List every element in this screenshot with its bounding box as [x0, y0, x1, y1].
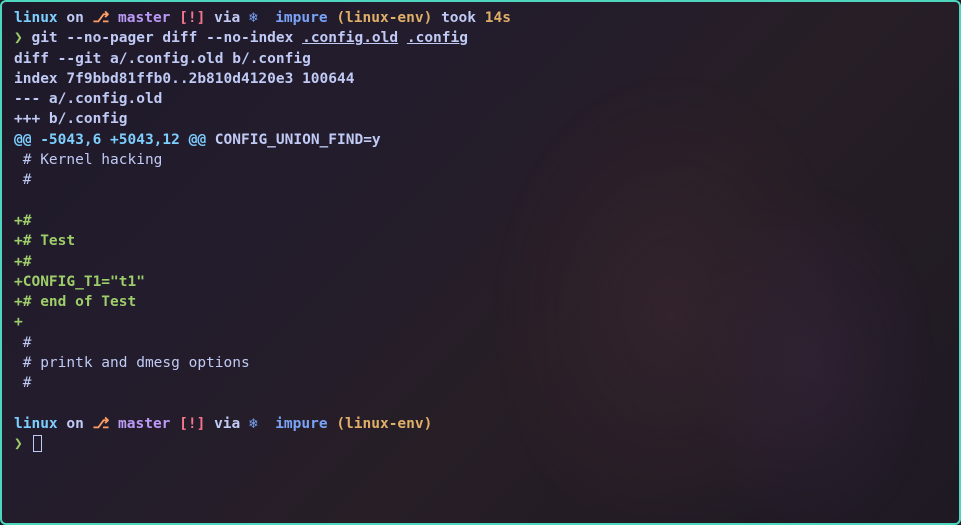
branch-name-2: master: [109, 416, 179, 432]
on-text-2: on: [58, 416, 93, 432]
diff-added-3: +#: [14, 252, 947, 272]
git-status-2: [!]: [179, 416, 205, 432]
via-text: via: [205, 10, 249, 26]
impure-label-2: impure: [266, 416, 336, 432]
diff-context-4: # printk and dmesg options: [14, 353, 947, 373]
command-line: ❯ git --no-pager diff --no-index .config…: [14, 28, 947, 48]
diff-context-2: #: [14, 170, 947, 190]
arg-old: .config.old: [302, 30, 398, 46]
diff-header-1: diff --git a/.config.old b/.config: [14, 49, 947, 69]
terminal-window[interactable]: linux on ⎇ master [!] via ❄ impure (linu…: [0, 0, 961, 525]
diff-context-3: #: [14, 333, 947, 353]
prompt-symbol: ❯: [14, 30, 31, 46]
diff-context-1: # Kernel hacking: [14, 150, 947, 170]
hunk-range: @@ -5043,6 +5043,12 @@: [14, 132, 206, 148]
diff-added-2: +# Test: [14, 231, 947, 251]
on-text: on: [58, 10, 93, 26]
impure-label: impure: [266, 10, 336, 26]
snowflake-icon-2: ❄: [249, 416, 266, 432]
hunk-context: CONFIG_UNION_FIND=y: [206, 132, 381, 148]
cwd-2: linux: [14, 416, 58, 432]
arg-space: [398, 30, 407, 46]
duration-text: 14s: [485, 10, 511, 26]
branch-icon-2: ⎇: [93, 416, 110, 432]
diff-context-5: #: [14, 373, 947, 393]
diff-blank-1: [14, 191, 947, 211]
diff-blank-2: [14, 394, 947, 414]
diff-added-4: +CONFIG_T1="t1": [14, 272, 947, 292]
branch-icon: ⎇: [93, 10, 110, 26]
branch-name: master: [109, 10, 179, 26]
env-name-2: (linux-env): [336, 416, 432, 432]
cwd: linux: [14, 10, 58, 26]
via-text-2: via: [205, 416, 249, 432]
diff-header-2: index 7f9bbd81ffb0..2b810d4120e3 100644: [14, 69, 947, 89]
diff-hunk: @@ -5043,6 +5043,12 @@ CONFIG_UNION_FIND…: [14, 130, 947, 150]
terminal-content[interactable]: linux on ⎇ master [!] via ❄ impure (linu…: [14, 8, 947, 455]
snowflake-icon: ❄: [249, 10, 266, 26]
prompt-symbol-2: ❯: [14, 436, 31, 452]
diff-added-1: +#: [14, 211, 947, 231]
diff-added-5: +# end of Test: [14, 292, 947, 312]
prompt-line-1: linux on ⎇ master [!] via ❄ impure (linu…: [14, 8, 947, 28]
prompt-line-2: linux on ⎇ master [!] via ❄ impure (linu…: [14, 414, 947, 434]
diff-added-6: +: [14, 312, 947, 332]
active-prompt-line[interactable]: ❯: [14, 434, 947, 454]
env-name: (linux-env): [336, 10, 432, 26]
command-text: git --no-pager diff --no-index: [31, 30, 302, 46]
diff-header-3: --- a/.config.old: [14, 89, 947, 109]
diff-header-4: +++ b/.config: [14, 109, 947, 129]
cursor: [33, 435, 42, 452]
took-text: took: [432, 10, 484, 26]
arg-new: .config: [407, 30, 468, 46]
git-status: [!]: [179, 10, 205, 26]
